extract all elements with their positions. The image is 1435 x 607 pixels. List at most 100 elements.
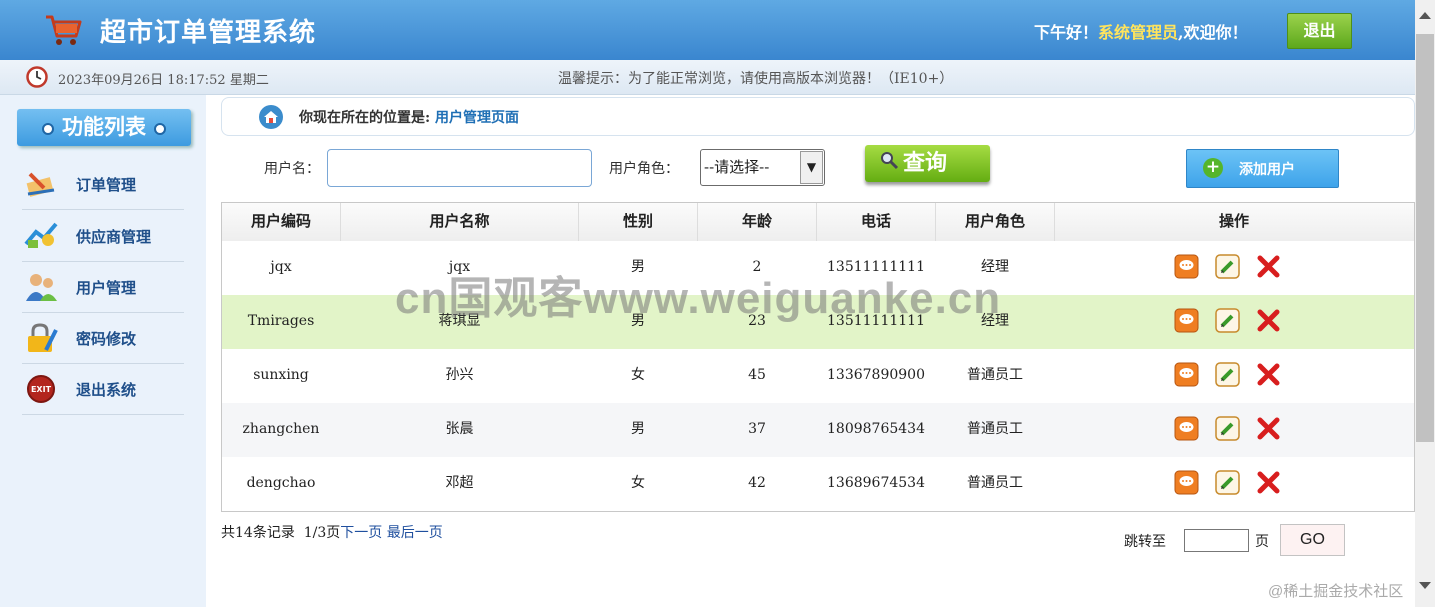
svg-text:EXIT: EXIT	[31, 385, 52, 394]
role-select[interactable]: --请选择-- ▼	[700, 149, 825, 186]
home-icon	[259, 105, 283, 129]
greeting-prefix: 下午好！	[1034, 23, 1099, 42]
cell-phone: 13689674534	[827, 475, 925, 491]
chevron-down-icon[interactable]: ▼	[800, 151, 823, 184]
cell-gender: 男	[631, 421, 645, 437]
current-datetime: 2023年09月26日 18:17:52 星期二	[58, 73, 269, 88]
cell-code: dengchao	[246, 475, 316, 491]
page-unit-label: 页	[1255, 534, 1269, 550]
bullet-icon	[154, 122, 166, 135]
delete-icon[interactable]	[1256, 416, 1281, 441]
last-page-link[interactable]: 最后一页	[387, 525, 443, 541]
cell-age: 45	[748, 367, 766, 383]
sidebar-item-password[interactable]: 密码修改	[22, 312, 184, 364]
column-header-actions: 操作	[1218, 212, 1249, 230]
menu-title: 功能列表	[17, 109, 191, 146]
edit-icon[interactable]	[1215, 416, 1240, 441]
app-title: 超市订单管理系统	[100, 18, 317, 48]
sidebar-item-label: 退出系统	[76, 381, 137, 399]
role-select-value: --请选择--	[704, 158, 770, 176]
scroll-down-arrow-icon[interactable]	[1419, 582, 1431, 589]
cell-phone: 13367890900	[827, 367, 925, 383]
cell-role: 普通员工	[967, 367, 1023, 383]
cell-code: Tmirages	[247, 313, 315, 329]
scroll-up-arrow-icon[interactable]	[1419, 12, 1431, 19]
table-row: zhangchen 张晨 男 37 18098765434 普通员工	[222, 403, 1414, 457]
sidebar: 功能列表 订单管理 供应商管理 用户管理 密码修改 EXIT 退出系统	[0, 95, 206, 607]
column-header-phone: 电话	[817, 203, 936, 241]
table-row: sunxing 孙兴 女 45 13367890900 普通员工	[222, 349, 1414, 403]
jump-to-label: 跳转至	[1124, 534, 1166, 550]
source-watermark: @稀土掘金技术社区	[1268, 583, 1404, 600]
view-icon[interactable]	[1174, 470, 1199, 495]
query-button[interactable]: 查询	[865, 145, 990, 182]
cell-gender: 女	[631, 367, 645, 383]
current-user: 系统管理员	[1098, 23, 1179, 42]
delete-icon[interactable]	[1256, 470, 1281, 495]
total-records: 共14条记录	[221, 525, 295, 541]
edit-icon[interactable]	[1215, 362, 1240, 387]
pagination-info: 共14条记录 1/3页下一页 最后一页	[221, 522, 443, 542]
browser-tip: 温馨提示：为了能正常浏览，请使用高版本浏览器！（IE10+）	[558, 71, 954, 87]
supplier-icon	[24, 222, 58, 248]
query-button-label: 查询	[903, 150, 948, 176]
sidebar-item-suppliers[interactable]: 供应商管理	[22, 210, 184, 262]
cell-code: jqx	[270, 259, 292, 275]
edit-icon[interactable]	[1215, 470, 1240, 495]
sidebar-item-label: 订单管理	[76, 176, 137, 194]
next-page-link[interactable]: 下一页	[340, 525, 382, 541]
clock-icon	[26, 66, 48, 88]
sidebar-item-users[interactable]: 用户管理	[22, 261, 184, 313]
column-header-role: 用户角色	[936, 203, 1055, 241]
page-indicator: 1/3页	[303, 525, 341, 541]
cell-name: 孙兴	[445, 367, 474, 383]
edit-icon[interactable]	[1215, 308, 1240, 333]
search-bar: 用户名： 用户角色： --请选择-- ▼ 查询 + 添加用户	[221, 136, 1413, 202]
sidebar-item-label: 密码修改	[76, 330, 137, 348]
view-icon[interactable]	[1174, 254, 1199, 279]
go-button[interactable]: GO	[1280, 524, 1345, 556]
view-icon[interactable]	[1174, 416, 1199, 441]
breadcrumb-text: 你现在所在的位置是: 用户管理页面	[299, 107, 519, 127]
bullet-icon	[42, 122, 54, 135]
logout-button[interactable]: 退出	[1287, 13, 1352, 49]
cell-name: 邓超	[445, 475, 474, 491]
column-header-code: 用户编码	[222, 203, 341, 241]
vertical-scrollbar[interactable]	[1415, 0, 1435, 607]
cell-code: sunxing	[253, 367, 309, 383]
cell-role: 普通员工	[967, 475, 1023, 491]
view-icon[interactable]	[1174, 308, 1199, 333]
order-icon	[26, 172, 55, 197]
view-icon[interactable]	[1174, 362, 1199, 387]
sidebar-item-label: 供应商管理	[76, 228, 152, 246]
jump-page-input[interactable]	[1184, 529, 1249, 552]
cell-age: 42	[748, 475, 766, 491]
users-icon	[26, 274, 57, 301]
cell-age: 37	[748, 421, 766, 437]
column-header-gender: 性别	[579, 203, 698, 241]
delete-icon[interactable]	[1256, 308, 1281, 333]
column-header-name: 用户名称	[341, 203, 579, 241]
info-bar: 2023年09月26日 18:17:52 星期二 温馨提示：为了能正常浏览，请使…	[0, 60, 1415, 95]
add-user-button[interactable]: + 添加用户	[1186, 149, 1339, 188]
username-input[interactable]	[327, 149, 592, 187]
user-table: 用户编码 用户名称 性别 年龄 电话 用户角色 操作 jqx jqx 男 2 13511…	[221, 202, 1415, 512]
plus-icon: +	[1203, 158, 1223, 178]
column-header-age: 年龄	[698, 203, 817, 241]
breadcrumb-current-page[interactable]: 用户管理页面	[435, 110, 519, 126]
edit-icon[interactable]	[1215, 254, 1240, 279]
search-icon	[881, 152, 899, 170]
watermark: cn国观客www.weiguanke.cn	[395, 274, 1002, 323]
delete-icon[interactable]	[1256, 362, 1281, 387]
greeting: 下午好！系统管理员,欢迎你！	[1034, 19, 1248, 43]
scrollbar-thumb[interactable]	[1416, 34, 1434, 442]
delete-icon[interactable]	[1256, 254, 1281, 279]
greeting-suffix: ,欢迎你！	[1178, 23, 1248, 42]
sidebar-item-exit[interactable]: EXIT 退出系统	[22, 363, 184, 415]
top-header: 超市订单管理系统 下午好！系统管理员,欢迎你！ 退出	[0, 0, 1415, 60]
sidebar-item-orders[interactable]: 订单管理	[22, 158, 184, 210]
cell-code: zhangchen	[242, 421, 320, 437]
breadcrumb-prefix: 你现在所在的位置是:	[299, 110, 431, 126]
role-label: 用户角色：	[609, 161, 679, 177]
breadcrumb: 你现在所在的位置是: 用户管理页面	[221, 97, 1415, 136]
